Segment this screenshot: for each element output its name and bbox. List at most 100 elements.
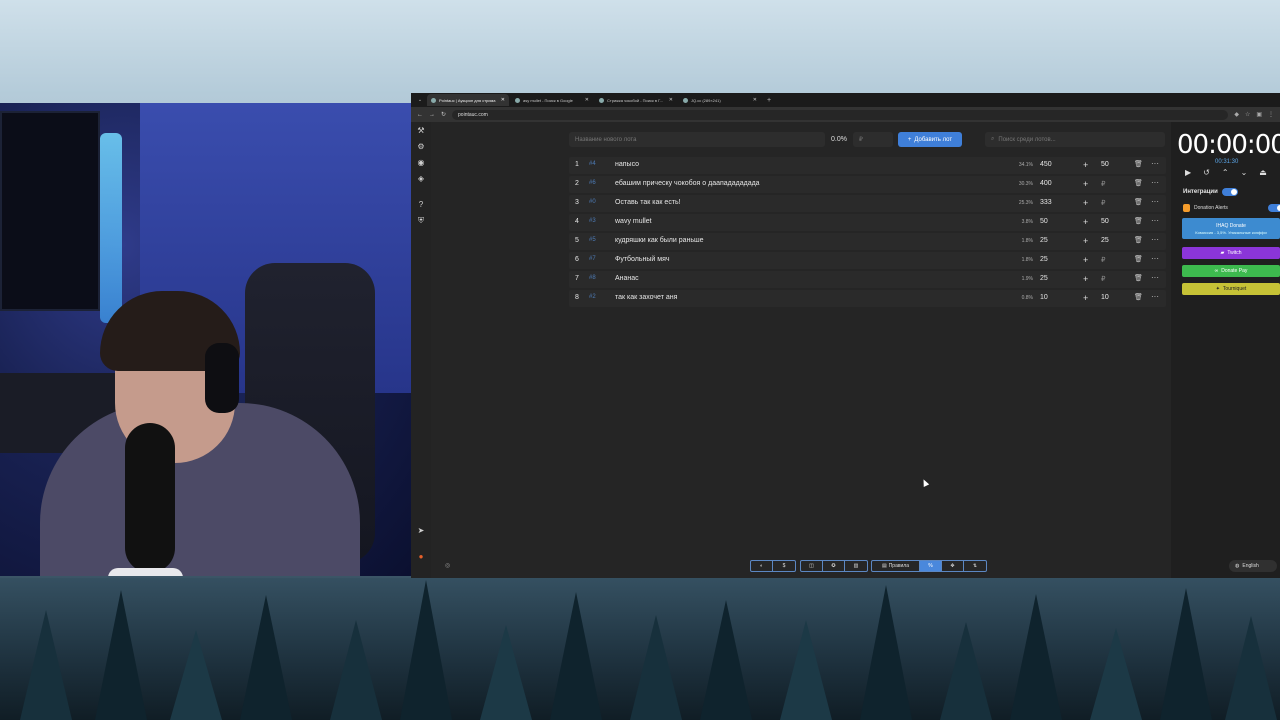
puzzle-icon[interactable]: ▣ xyxy=(1256,111,1262,118)
more-icon[interactable]: ··· xyxy=(1151,216,1159,225)
shield-icon[interactable]: ⛨ xyxy=(416,216,426,226)
lot-add-input[interactable]: ₽ xyxy=(1101,256,1105,264)
lot-add-input[interactable]: ₽ xyxy=(1101,275,1105,283)
ihaq-donate-button[interactable]: IHAQ Donate Комиссия - 3,5%. Уникальные … xyxy=(1182,218,1280,239)
tab-google-chocoboy[interactable]: Стрижка чокобой - Поиск в Г... ✕ xyxy=(595,94,677,106)
lot-search-input[interactable]: ⌕ Поиск среди лотов... xyxy=(985,132,1165,147)
add-amount-icon[interactable]: + xyxy=(1083,236,1088,246)
chevron-up-icon[interactable]: ⌃ xyxy=(1222,168,1229,177)
eject-icon[interactable]: ⏏ xyxy=(1259,168,1267,177)
new-lot-amount-input[interactable]: ₽ xyxy=(853,132,893,147)
close-icon[interactable]: ✕ xyxy=(753,97,757,103)
add-amount-icon[interactable]: + xyxy=(1083,255,1088,265)
close-icon[interactable]: ✕ xyxy=(585,97,589,103)
close-icon[interactable]: ✕ xyxy=(669,97,673,103)
add-amount-icon[interactable]: + xyxy=(1083,274,1088,284)
lot-amount[interactable]: 10 xyxy=(1040,294,1048,301)
star-icon[interactable]: ☆ xyxy=(1245,111,1250,118)
tab-google-mullet[interactable]: asy mullet - Поиск в Google ✕ xyxy=(511,94,593,106)
trash-icon[interactable]: 🗑 xyxy=(1134,255,1143,263)
integrations-toggle[interactable] xyxy=(1221,188,1238,196)
lot-amount[interactable]: 400 xyxy=(1040,180,1052,187)
lot-add-input[interactable]: 50 xyxy=(1101,161,1109,168)
extension-icon[interactable]: ◆ xyxy=(1234,111,1239,118)
add-lot-button[interactable]: + Добавить лот xyxy=(898,132,962,147)
lot-name[interactable]: так как захочет аня xyxy=(615,294,677,301)
trash-icon[interactable]: 🗑 xyxy=(1134,274,1143,282)
lot-name[interactable]: Оставь так как есть! xyxy=(615,199,681,206)
chevron-down-icon[interactable]: ⌄ xyxy=(1241,168,1248,177)
lot-amount[interactable]: 25 xyxy=(1040,237,1048,244)
gear-icon[interactable]: ⚙ xyxy=(416,142,426,152)
more-icon[interactable]: ··· xyxy=(1151,273,1159,282)
new-lot-name-input[interactable]: Название нового лота xyxy=(569,132,825,147)
auction-hammer-icon[interactable]: ⚒ xyxy=(416,126,426,136)
add-amount-icon[interactable]: + xyxy=(1083,198,1088,208)
favicon-icon xyxy=(431,97,436,103)
add-amount-icon[interactable]: + xyxy=(1083,160,1088,170)
language-selector[interactable]: ◍ English xyxy=(1229,560,1277,572)
more-icon[interactable]: ··· xyxy=(1151,178,1159,187)
lot-name[interactable]: кудряшки как были раньше xyxy=(615,237,704,244)
layout-icon[interactable]: ▥ xyxy=(845,561,867,571)
lot-amount[interactable]: 25 xyxy=(1040,275,1048,282)
donation-alerts-toggle[interactable] xyxy=(1268,204,1280,212)
tab-pointauc[interactable]: Pointauc | Аукцион для стрима ✕ xyxy=(427,94,509,106)
trash-icon[interactable]: 🗑 xyxy=(1134,198,1143,206)
lot-name[interactable]: Ананас xyxy=(615,275,639,282)
lot-add-input[interactable]: 10 xyxy=(1101,294,1109,301)
more-icon[interactable]: ··· xyxy=(1151,292,1159,301)
stats-icon[interactable]: ◫ xyxy=(801,561,823,571)
reload-icon[interactable]: ↻ xyxy=(441,111,446,118)
more-icon[interactable]: ··· xyxy=(1151,235,1159,244)
lot-name[interactable]: Футбольный мяч xyxy=(615,256,670,263)
lot-amount[interactable]: 50 xyxy=(1040,218,1048,225)
lot-name[interactable]: напысо xyxy=(615,161,639,168)
github-icon[interactable]: ◐ xyxy=(751,561,773,571)
lot-add-input[interactable]: 25 xyxy=(1101,237,1109,244)
add-amount-icon[interactable]: + xyxy=(1083,217,1088,227)
eye-icon[interactable]: ◎ xyxy=(445,562,450,569)
trash-icon[interactable]: 🗑 xyxy=(1134,236,1143,244)
trash-icon[interactable]: 🗑 xyxy=(1134,217,1143,225)
layers-icon[interactable]: ◈ xyxy=(416,174,426,184)
dollar-icon[interactable]: $ xyxy=(773,561,795,571)
twitch-button[interactable]: ▰ Twitch xyxy=(1182,247,1280,259)
more-icon[interactable]: ··· xyxy=(1151,159,1159,168)
more-icon[interactable]: ··· xyxy=(1151,197,1159,206)
add-amount-icon[interactable]: + xyxy=(1083,293,1088,303)
tab-list-icon[interactable]: ⌄ xyxy=(415,97,425,103)
close-icon[interactable]: ✕ xyxy=(501,97,505,103)
add-amount-icon[interactable]: + xyxy=(1083,179,1088,189)
trash-icon[interactable]: 🗑 xyxy=(1134,179,1143,187)
trash-icon[interactable]: 🗑 xyxy=(1134,293,1143,301)
more-icon[interactable]: ··· xyxy=(1151,254,1159,263)
lot-add-input[interactable]: ₽ xyxy=(1101,199,1105,207)
wheel-icon[interactable]: ◉ xyxy=(416,158,426,168)
url-field[interactable]: pointauc.com xyxy=(452,109,1229,120)
back-icon[interactable]: ← xyxy=(417,112,423,118)
percent-icon[interactable]: % xyxy=(920,561,942,571)
tab-image[interactable]: JQ.cc (289×241) ✕ xyxy=(679,94,761,106)
lot-add-input[interactable]: ₽ xyxy=(1101,180,1105,188)
trash-icon[interactable]: 🗑 xyxy=(1134,160,1143,168)
lot-amount[interactable]: 333 xyxy=(1040,199,1052,206)
forward-icon[interactable]: → xyxy=(429,112,435,118)
lot-amount[interactable]: 450 xyxy=(1040,161,1052,168)
new-tab-icon[interactable]: + xyxy=(767,97,771,104)
telegram-icon[interactable]: ➤ xyxy=(416,526,426,536)
lot-name[interactable]: ебашим прическу чокобоя о даападададада xyxy=(615,180,760,187)
rules-button[interactable]: ▤ Правила xyxy=(872,561,920,571)
donatepay-button[interactable]: ∞ Donate Pay xyxy=(1182,265,1280,277)
lot-add-input[interactable]: 50 xyxy=(1101,218,1109,225)
reset-icon[interactable]: ↺ xyxy=(1203,168,1210,177)
help-icon[interactable]: ? xyxy=(416,200,426,210)
move-icon[interactable]: ✥ xyxy=(942,561,964,571)
lot-name[interactable]: wavy mullet xyxy=(615,218,652,225)
menu-icon[interactable]: ⋮ xyxy=(1268,111,1274,118)
tourniquet-button[interactable]: ✦ Tourniquet xyxy=(1182,283,1280,295)
sort-icon[interactable]: ⇅ xyxy=(964,561,986,571)
lot-amount[interactable]: 25 xyxy=(1040,256,1048,263)
wheel-view-icon[interactable]: ✪ xyxy=(823,561,845,571)
play-icon[interactable]: ▶ xyxy=(1185,168,1191,177)
